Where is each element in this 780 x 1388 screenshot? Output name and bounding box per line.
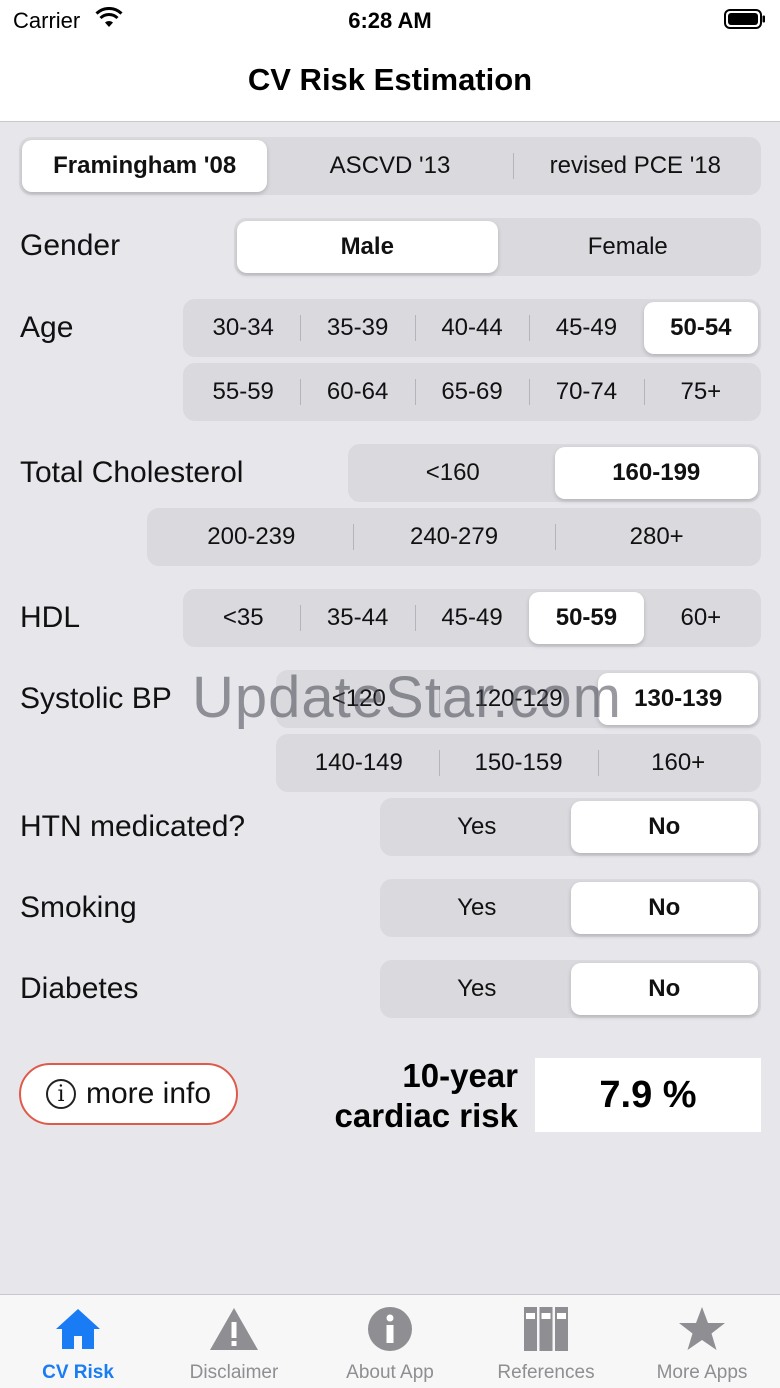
navigation-bar: CV Risk Estimation	[0, 40, 780, 122]
model-option-ascvd[interactable]: ASCVD '13	[267, 140, 512, 192]
house-icon	[52, 1305, 104, 1358]
htn-label: HTN medicated?	[20, 810, 246, 843]
age-option[interactable]: 40-44	[414, 302, 529, 354]
books-icon	[520, 1305, 572, 1358]
smoking-label: Smoking	[20, 891, 137, 924]
tab-references[interactable]: References	[468, 1295, 624, 1388]
htn-option-no[interactable]: No	[570, 801, 758, 853]
cholesterol-option[interactable]: 280+	[555, 511, 758, 563]
diabetes-option-yes[interactable]: Yes	[383, 963, 571, 1015]
age-option[interactable]: 35-39	[300, 302, 414, 354]
systolic-option-selected[interactable]: 130-139	[598, 673, 759, 725]
cholesterol-option[interactable]: 240-279	[352, 511, 556, 563]
cholesterol-selector-row2: 200-239 240-279 280+	[147, 508, 761, 566]
gender-option-male[interactable]: Male	[237, 221, 498, 273]
cholesterol-option[interactable]: 200-239	[150, 511, 353, 563]
age-option[interactable]: 70-74	[529, 366, 643, 418]
tab-label: CV Risk	[42, 1362, 114, 1383]
more-info-label: more info	[85, 1077, 212, 1110]
gender-label: Gender	[20, 229, 121, 262]
tab-label: More Apps	[656, 1362, 748, 1383]
hdl-option[interactable]: 60+	[644, 592, 758, 644]
cholesterol-label: Total Cholesterol	[20, 456, 244, 489]
star-icon	[676, 1305, 728, 1358]
hdl-selector: <35 35-44 45-49 50-59 60+	[183, 589, 761, 647]
systolic-option[interactable]: 140-149	[279, 737, 439, 789]
cholesterol-option-selected[interactable]: 160-199	[554, 447, 758, 499]
diabetes-label: Diabetes	[20, 972, 139, 1005]
age-option[interactable]: 45-49	[529, 302, 643, 354]
model-selector: Framingham '08 ASCVD '13 revised PCE '18	[19, 137, 761, 195]
age-option[interactable]: 30-34	[186, 302, 300, 354]
diabetes-option-no[interactable]: No	[570, 963, 758, 1015]
model-option-framingham[interactable]: Framingham '08	[22, 140, 268, 192]
tab-label: References	[497, 1362, 595, 1383]
battery-icon	[724, 9, 766, 35]
tab-label: About App	[346, 1362, 434, 1383]
hdl-label: HDL	[20, 601, 81, 634]
gender-option-female[interactable]: Female	[498, 221, 759, 273]
age-option[interactable]: 60-64	[300, 366, 414, 418]
htn-option-yes[interactable]: Yes	[383, 801, 571, 853]
tab-cv-risk[interactable]: CV Risk	[0, 1295, 156, 1388]
systolic-option[interactable]: 150-159	[438, 737, 599, 789]
model-option-pce[interactable]: revised PCE '18	[512, 140, 758, 192]
hdl-option[interactable]: 35-44	[300, 592, 414, 644]
diabetes-selector: Yes No	[380, 960, 761, 1018]
age-selector-row2: 55-59 60-64 65-69 70-74 75+	[183, 363, 761, 421]
page-title: CV Risk Estimation	[247, 62, 533, 97]
info-icon: i	[45, 1079, 76, 1109]
clock: 6:28 AM	[348, 8, 432, 33]
risk-value: 7.9 %	[535, 1058, 761, 1132]
systolic-selector-row2: 140-149 150-159 160+	[276, 734, 761, 792]
smoking-option-yes[interactable]: Yes	[383, 882, 571, 934]
htn-selector: Yes No	[380, 798, 761, 856]
status-bar: Carrier 6:28 AM	[0, 0, 780, 40]
systolic-option[interactable]: <120	[279, 673, 439, 725]
age-option[interactable]: 65-69	[414, 366, 529, 418]
warning-icon	[208, 1305, 260, 1358]
tab-disclaimer[interactable]: Disclaimer	[156, 1295, 312, 1388]
age-option[interactable]: 75+	[643, 366, 758, 418]
tab-label: Disclaimer	[189, 1362, 279, 1383]
systolic-option[interactable]: 120-129	[438, 673, 599, 725]
cholesterol-option[interactable]: <160	[351, 447, 555, 499]
cholesterol-selector-row1: <160 160-199	[348, 444, 761, 502]
hdl-option-selected[interactable]: 50-59	[529, 592, 644, 644]
risk-label: 10-year cardiac risk	[300, 1056, 518, 1136]
hdl-option[interactable]: <35	[186, 592, 300, 644]
systolic-label: Systolic BP	[20, 682, 172, 715]
systolic-selector-row1: <120 120-129 130-139	[276, 670, 761, 728]
age-option-selected[interactable]: 50-54	[643, 302, 759, 354]
age-selector-row1: 30-34 35-39 40-44 45-49 50-54	[183, 299, 761, 357]
risk-label-line1: 10-year	[402, 1057, 518, 1094]
tab-bar: CV Risk Disclaimer About App References …	[0, 1294, 780, 1388]
age-option[interactable]: 55-59	[186, 366, 300, 418]
smoking-selector: Yes No	[380, 879, 761, 937]
age-label: Age	[20, 311, 74, 344]
tab-more-apps[interactable]: More Apps	[624, 1295, 780, 1388]
hdl-option[interactable]: 45-49	[414, 592, 529, 644]
gender-selector: Male Female	[234, 218, 761, 276]
info-icon	[364, 1305, 416, 1358]
systolic-option[interactable]: 160+	[598, 737, 758, 789]
smoking-option-no[interactable]: No	[570, 882, 758, 934]
tab-about-app[interactable]: About App	[312, 1295, 468, 1388]
more-info-button[interactable]: i more info	[19, 1063, 238, 1125]
risk-label-line2: cardiac risk	[334, 1097, 518, 1134]
